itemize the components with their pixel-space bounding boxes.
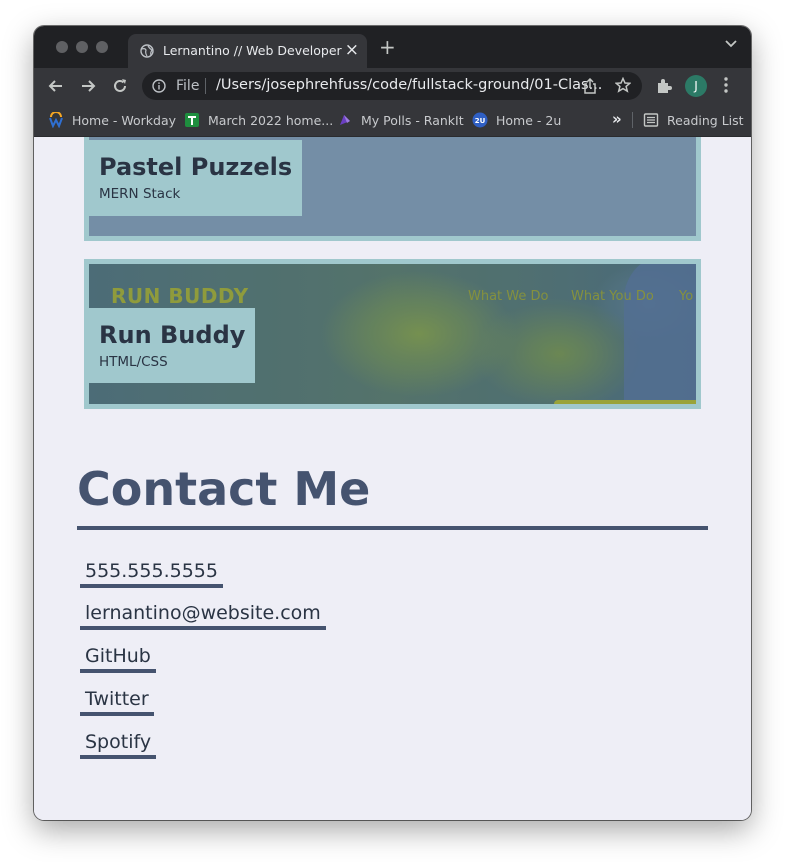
- preview-signup-bar: [554, 400, 696, 404]
- sheets-icon: [185, 113, 199, 127]
- profile-avatar[interactable]: J: [685, 75, 707, 97]
- preview-logo: RUN BUDDY: [111, 284, 249, 308]
- contact-heading: Contact Me: [77, 462, 371, 516]
- more-menu-icon[interactable]: [724, 77, 728, 93]
- bookmarks-divider: [632, 112, 633, 128]
- more-bookmarks-icon[interactable]: »: [612, 110, 622, 128]
- zoom-window-button[interactable]: [96, 41, 108, 53]
- contact-spotify-link[interactable]: Spotify: [80, 729, 157, 759]
- project-stack: MERN Stack: [99, 186, 181, 202]
- tab-title: Lernantino // Web Developer: [163, 43, 342, 58]
- minimize-window-button[interactable]: [76, 41, 88, 53]
- reading-list-icon: [643, 113, 659, 127]
- bookmark-label: My Polls - RankIt: [361, 113, 464, 128]
- contact-divider: [77, 526, 708, 530]
- contact-twitter-link[interactable]: Twitter: [80, 686, 154, 716]
- project-label: Run Buddy HTML/CSS: [89, 308, 256, 383]
- contact-github-link[interactable]: GitHub: [80, 643, 156, 673]
- contact-email-link[interactable]: lernantino@website.com: [80, 600, 326, 630]
- bookmark-2u[interactable]: 2U Home - 2u: [472, 112, 561, 128]
- preview-nav-item: What You Do: [571, 289, 654, 304]
- new-tab-icon[interactable]: +: [379, 37, 396, 57]
- project-stack: HTML/CSS: [99, 354, 168, 370]
- bookmark-workday[interactable]: Home - Workday: [48, 112, 176, 128]
- close-window-button[interactable]: [56, 41, 68, 53]
- tab-search-chevron-icon[interactable]: [725, 40, 737, 48]
- address-url[interactable]: /Users/josephrehfuss/code/fullstack-grou…: [216, 77, 602, 93]
- bookmark-label: Home - Workday: [72, 113, 177, 128]
- tab-bar: Lernantino // Web Developer × +: [34, 26, 751, 68]
- reading-list-label: Reading List: [667, 113, 744, 128]
- extensions-puzzle-icon[interactable]: [655, 77, 673, 95]
- project-label: Pastel Puzzels MERN Stack: [89, 140, 303, 216]
- browser-tab[interactable]: Lernantino // Web Developer ×: [128, 34, 367, 68]
- share-icon[interactable]: [583, 78, 597, 94]
- browser-window: Lernantino // Web Developer × + File /Us…: [34, 26, 751, 820]
- preview-nav-item: Yo: [679, 289, 694, 304]
- rankit-icon: [340, 115, 350, 125]
- browser-toolbar: File /Users/josephrehfuss/code/fullstack…: [34, 68, 751, 104]
- globe-icon: [140, 44, 154, 58]
- address-bar[interactable]: File /Users/josephrehfuss/code/fullstack…: [142, 72, 642, 100]
- reading-list-button[interactable]: Reading List: [643, 112, 744, 128]
- preview-person-shape: [624, 264, 696, 404]
- bookmark-star-icon[interactable]: [615, 77, 631, 93]
- page-content: Pastel Puzzels MERN Stack RUN BUDDY What…: [34, 137, 751, 820]
- project-card-run-buddy[interactable]: RUN BUDDY What We Do What You Do Yo Run …: [84, 259, 701, 409]
- address-scheme: File: [176, 78, 200, 94]
- contact-phone-link[interactable]: 555.555.5555: [80, 558, 223, 588]
- preview-nav-item: What We Do: [468, 289, 549, 304]
- workday-icon: [49, 112, 63, 128]
- info-icon[interactable]: [152, 79, 166, 93]
- close-tab-icon[interactable]: ×: [345, 40, 359, 60]
- back-arrow-icon[interactable]: [46, 76, 66, 96]
- bookmark-label: March 2022 home...: [208, 113, 334, 128]
- 2u-icon: 2U: [472, 112, 488, 128]
- bookmark-label: Home - 2u: [496, 113, 562, 128]
- bookmarks-bar: Home - Workday March 2022 home... My Pol…: [34, 104, 751, 137]
- project-name: Pastel Puzzels: [99, 153, 293, 181]
- project-card-pastel-puzzels[interactable]: Pastel Puzzels MERN Stack: [84, 137, 701, 241]
- forward-arrow-icon[interactable]: [78, 76, 98, 96]
- bookmark-rankit[interactable]: My Polls - RankIt: [337, 112, 464, 128]
- bookmark-march-2022[interactable]: March 2022 home...: [184, 112, 333, 128]
- svg-text:2U: 2U: [475, 117, 486, 125]
- address-divider: [205, 78, 206, 94]
- project-name: Run Buddy: [99, 321, 246, 349]
- reload-icon[interactable]: [110, 76, 130, 96]
